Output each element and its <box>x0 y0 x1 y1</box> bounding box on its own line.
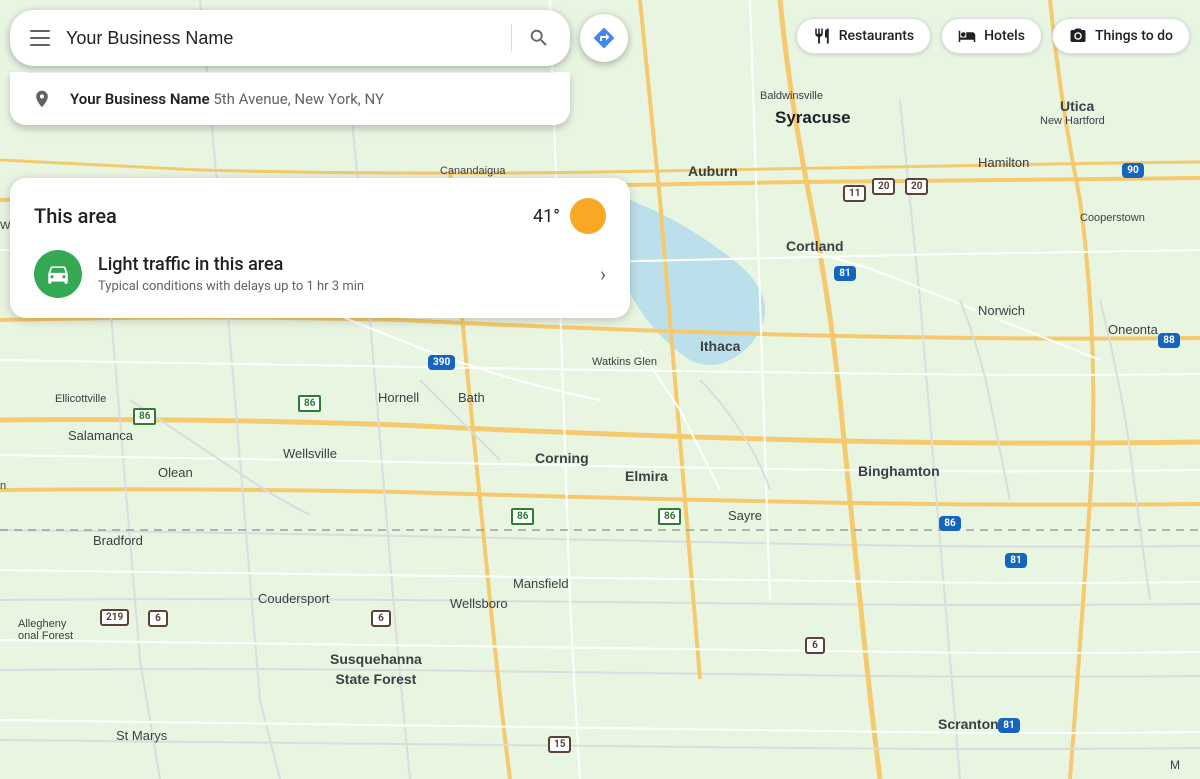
restaurant-icon <box>813 27 831 45</box>
search-divider <box>511 24 512 52</box>
chip-things-to-do-label: Things to do <box>1095 28 1173 44</box>
category-chips: Restaurants Hotels Things to do <box>796 18 1190 54</box>
traffic-row[interactable]: Light traffic in this area Typical condi… <box>34 250 606 298</box>
area-title: This area <box>34 204 117 228</box>
search-box <box>10 10 570 66</box>
info-card: This area 41° Light traffic in this area… <box>10 178 630 318</box>
search-icon <box>528 27 550 49</box>
traffic-subtitle: Typical conditions with delays up to 1 h… <box>98 279 584 294</box>
directions-icon <box>592 26 616 50</box>
directions-button[interactable] <box>580 14 628 62</box>
top-bar <box>10 10 628 66</box>
autocomplete-business-name: Your Business Name <box>70 90 210 108</box>
chip-restaurants-label: Restaurants <box>839 28 914 44</box>
area-header: This area 41° <box>34 198 606 234</box>
location-pin-icon <box>30 87 54 111</box>
autocomplete-dropdown: Your Business Name 5th Avenue, New York,… <box>10 72 570 125</box>
car-icon <box>45 261 71 287</box>
traffic-title: Light traffic in this area <box>98 254 584 275</box>
chip-hotels[interactable]: Hotels <box>941 18 1042 54</box>
chip-things-to-do[interactable]: Things to do <box>1052 18 1190 54</box>
autocomplete-address: 5th Avenue, New York, NY <box>213 90 384 108</box>
chevron-right-icon: › <box>600 262 606 286</box>
search-input[interactable] <box>66 28 499 49</box>
hamburger-icon <box>30 30 50 46</box>
menu-button[interactable] <box>26 26 54 50</box>
hotel-icon <box>958 27 976 45</box>
traffic-text: Light traffic in this area Typical condi… <box>98 254 584 294</box>
autocomplete-text: Your Business Name 5th Avenue, New York,… <box>70 90 384 108</box>
sun-icon <box>570 198 606 234</box>
temperature-label: 41° <box>533 206 560 227</box>
camera-icon <box>1069 27 1087 45</box>
weather-info: 41° <box>533 198 606 234</box>
traffic-icon-wrap <box>34 250 82 298</box>
chip-hotels-label: Hotels <box>984 28 1025 44</box>
chip-restaurants[interactable]: Restaurants <box>796 18 931 54</box>
autocomplete-item[interactable]: Your Business Name 5th Avenue, New York,… <box>10 73 570 125</box>
search-button[interactable] <box>524 23 554 53</box>
